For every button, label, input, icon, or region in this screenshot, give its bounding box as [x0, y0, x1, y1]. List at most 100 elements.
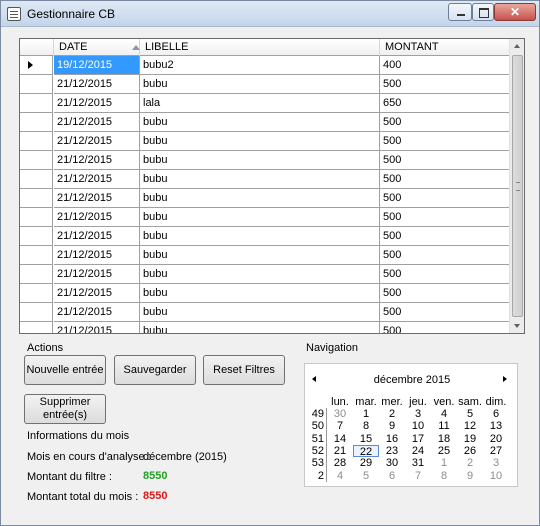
cell-libelle[interactable]: bubu [140, 322, 380, 333]
cell-montant[interactable]: 400 [380, 56, 510, 75]
calendar-day[interactable]: 24 [405, 445, 431, 457]
calendar-day[interactable]: 12 [457, 420, 483, 432]
row-header[interactable] [20, 322, 53, 333]
calendar-day[interactable]: 31 [405, 457, 431, 469]
cell-libelle[interactable]: bubu [140, 246, 380, 265]
row-header[interactable] [20, 208, 53, 227]
cell-date[interactable]: 21/12/2015 [54, 303, 140, 322]
calendar-day[interactable]: 10 [483, 470, 509, 482]
row-header[interactable] [20, 303, 53, 322]
calendar-day[interactable]: 3 [483, 457, 509, 469]
calendar-day[interactable]: 7 [327, 420, 353, 432]
cell-montant[interactable]: 500 [380, 132, 510, 151]
table-row[interactable]: 21/12/2015 bubu 500 [20, 189, 510, 208]
calendar-month-title[interactable]: décembre 2015 [305, 374, 519, 386]
table-row[interactable]: 21/12/2015 bubu 500 [20, 75, 510, 94]
calendar-day[interactable]: 7 [405, 470, 431, 482]
table-row[interactable]: 21/12/2015 bubu 500 [20, 265, 510, 284]
calendar-day[interactable]: 4 [327, 470, 353, 482]
cell-libelle[interactable]: bubu [140, 303, 380, 322]
grid-vertical-scrollbar[interactable] [509, 39, 524, 333]
calendar-day[interactable]: 16 [379, 433, 405, 445]
calendar-day[interactable]: 25 [431, 445, 457, 457]
title-bar[interactable]: Gestionnaire CB ✕ [1, 1, 539, 27]
cell-date[interactable]: 21/12/2015 [54, 227, 140, 246]
transactions-grid[interactable]: DATE LIBELLE MONTANT 19/12/2015 bubu2 400 2… [19, 38, 525, 334]
cell-date[interactable]: 21/12/2015 [54, 151, 140, 170]
calendar-day[interactable]: 2 [379, 408, 405, 420]
cell-montant[interactable]: 500 [380, 151, 510, 170]
table-row[interactable]: 19/12/2015 bubu2 400 [20, 56, 510, 75]
calendar-day[interactable]: 26 [457, 445, 483, 457]
calendar-day[interactable]: 3 [405, 408, 431, 420]
cell-libelle[interactable]: bubu [140, 208, 380, 227]
cell-libelle[interactable]: bubu [140, 113, 380, 132]
calendar-day[interactable]: 8 [431, 470, 457, 482]
calendar-day[interactable]: 13 [483, 420, 509, 432]
calendar-day[interactable]: 5 [353, 470, 379, 482]
calendar-day[interactable]: 2 [457, 457, 483, 469]
cell-montant[interactable]: 500 [380, 75, 510, 94]
maximize-button[interactable] [472, 3, 494, 21]
calendar-day[interactable]: 15 [353, 433, 379, 445]
row-header[interactable] [20, 56, 53, 75]
cell-montant[interactable]: 500 [380, 322, 510, 333]
calendar-day[interactable]: 4 [431, 408, 457, 420]
cell-montant[interactable]: 500 [380, 208, 510, 227]
cell-date[interactable]: 21/12/2015 [54, 113, 140, 132]
cell-libelle[interactable]: bubu [140, 170, 380, 189]
calendar-day[interactable]: 30 [327, 408, 353, 420]
row-header[interactable] [20, 113, 53, 132]
calendar-day[interactable]: 14 [327, 433, 353, 445]
cell-montant[interactable]: 500 [380, 170, 510, 189]
cell-libelle[interactable]: bubu [140, 75, 380, 94]
table-row[interactable]: 21/12/2015 bubu 500 [20, 303, 510, 322]
next-month-icon[interactable] [503, 376, 507, 382]
table-row[interactable]: 21/12/2015 bubu 500 [20, 170, 510, 189]
row-header[interactable] [20, 132, 53, 151]
row-header[interactable] [20, 170, 53, 189]
cell-date[interactable]: 21/12/2015 [54, 246, 140, 265]
calendar-day[interactable]: 20 [483, 433, 509, 445]
calendar-day[interactable]: 18 [431, 433, 457, 445]
cell-montant[interactable]: 650 [380, 94, 510, 113]
cell-montant[interactable]: 500 [380, 303, 510, 322]
minimize-button[interactable] [448, 3, 472, 21]
cell-libelle[interactable]: bubu [140, 227, 380, 246]
scroll-down-icon[interactable] [510, 318, 524, 333]
calendar-day[interactable]: 17 [405, 433, 431, 445]
cell-libelle[interactable]: lala [140, 94, 380, 113]
cell-libelle[interactable]: bubu [140, 284, 380, 303]
calendar-day[interactable]: 6 [483, 408, 509, 420]
calendar-day[interactable]: 28 [327, 457, 353, 469]
calendar-day[interactable]: 9 [457, 470, 483, 482]
calendar-day[interactable]: 5 [457, 408, 483, 420]
cell-libelle[interactable]: bubu2 [140, 56, 380, 75]
cell-libelle[interactable]: bubu [140, 265, 380, 284]
cell-date[interactable]: 21/12/2015 [54, 170, 140, 189]
cell-date[interactable]: 19/12/2015 [54, 56, 140, 75]
calendar-day[interactable]: 19 [457, 433, 483, 445]
cell-libelle[interactable]: bubu [140, 151, 380, 170]
table-row[interactable]: 21/12/2015 bubu 500 [20, 151, 510, 170]
cell-date[interactable]: 21/12/2015 [54, 284, 140, 303]
month-calendar[interactable]: décembre 2015 lun. mar. mer. jeu. ven. sam. di… [304, 363, 518, 487]
calendar-day[interactable]: 8 [353, 420, 379, 432]
close-button[interactable]: ✕ [494, 3, 536, 21]
new-entry-button[interactable]: Nouvelle entrée [24, 355, 106, 385]
row-header[interactable] [20, 189, 53, 208]
cell-montant[interactable]: 500 [380, 246, 510, 265]
save-button[interactable]: Sauvegarder [114, 355, 196, 385]
calendar-day[interactable]: 11 [431, 420, 457, 432]
reset-filters-button[interactable]: Reset Filtres [203, 355, 285, 385]
row-header[interactable] [20, 151, 53, 170]
calendar-day-today[interactable]: 22 [353, 444, 379, 458]
calendar-day[interactable]: 27 [483, 445, 509, 457]
calendar-day[interactable]: 10 [405, 420, 431, 432]
calendar-day[interactable]: 1 [353, 408, 379, 420]
row-header[interactable] [20, 227, 53, 246]
table-row[interactable]: 21/12/2015 bubu 500 [20, 246, 510, 265]
cell-date[interactable]: 21/12/2015 [54, 94, 140, 113]
calendar-day[interactable]: 23 [379, 445, 405, 457]
calendar-day[interactable]: 21 [327, 445, 353, 457]
